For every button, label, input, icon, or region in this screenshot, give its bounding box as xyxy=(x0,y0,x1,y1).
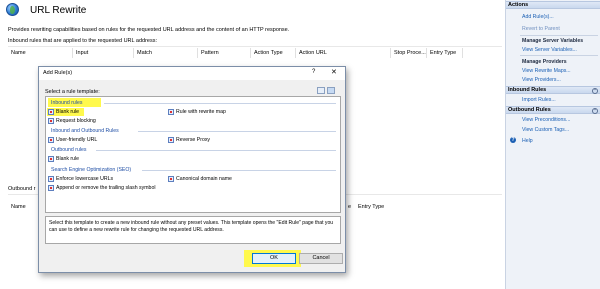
template-canonical-domain-name[interactable]: Canonical domain name xyxy=(168,176,232,182)
collapse-chevron-icon[interactable]: ⌃ xyxy=(592,108,598,114)
help-button[interactable]: ? xyxy=(312,69,315,75)
view-server-variables-link[interactable]: View Server Variables... xyxy=(522,47,577,53)
group-seo: Search Engine Optimization (SEO) xyxy=(51,167,132,173)
column-divider xyxy=(462,48,463,58)
column-header-stop-processing[interactable]: Stop Proce... xyxy=(394,50,426,56)
template-label: Reverse Proxy xyxy=(176,137,211,143)
template-label: Blank rule xyxy=(56,109,80,115)
inbound-rules-label: Inbound rules that are applied to the re… xyxy=(8,38,158,44)
revert-to-parent-link[interactable]: Revert to Parent xyxy=(522,26,560,32)
group-outbound-rules: Outbound rules xyxy=(51,147,87,153)
view-custom-tags-link[interactable]: View Custom Tags... xyxy=(522,127,569,133)
add-rules-link[interactable]: Add Rule(s)... xyxy=(522,14,554,20)
user-friendly-url-icon xyxy=(48,137,54,143)
iis-globe-icon xyxy=(6,3,19,16)
view-preconditions-link[interactable]: View Preconditions... xyxy=(522,117,570,123)
page-title: URL Rewrite xyxy=(30,5,87,16)
template-reverse-proxy[interactable]: Reverse Proxy xyxy=(168,137,210,143)
enforce-lowercase-icon xyxy=(48,176,54,182)
actions-header-label: Actions xyxy=(508,2,529,8)
import-rules-link[interactable]: Import Rules... xyxy=(522,97,556,103)
help-icon[interactable]: ? xyxy=(510,137,516,143)
column-divider xyxy=(295,48,296,58)
group-divider xyxy=(142,170,336,171)
column-header-input[interactable]: Input xyxy=(76,50,88,56)
divider xyxy=(520,55,598,56)
group-divider xyxy=(96,150,336,151)
canonical-domain-icon xyxy=(168,176,174,182)
template-description: Select this template to create a new inb… xyxy=(45,216,341,244)
template-label: Request blocking xyxy=(56,118,96,124)
divider xyxy=(520,35,598,36)
inbound-rules-header-label: Inbound Rules xyxy=(508,87,547,93)
column-header-match[interactable]: Match xyxy=(137,50,152,56)
select-template-label: Select a rule template: xyxy=(45,89,100,95)
details-view-icon[interactable] xyxy=(327,87,335,94)
close-button[interactable]: ✕ xyxy=(331,68,337,76)
template-label: Append or remove the trailing slash symb… xyxy=(56,185,156,191)
list-view-icon[interactable] xyxy=(317,87,325,94)
template-enforce-lowercase-urls[interactable]: Enforce lowercase URLs xyxy=(48,176,113,182)
actions-pane: Actions Add Rule(s)... Revert to Parent … xyxy=(505,0,600,289)
group-divider xyxy=(138,131,336,132)
column-header-name[interactable]: Name xyxy=(11,50,26,56)
column-header-entry-type[interactable]: Entry Type xyxy=(430,50,456,56)
template-label: Blank rule xyxy=(56,156,80,162)
reverse-proxy-icon xyxy=(168,137,174,143)
group-divider xyxy=(104,103,336,104)
rewrite-map-icon xyxy=(168,109,174,115)
outbound-blank-rule-icon xyxy=(48,156,54,162)
template-user-friendly-url[interactable]: User-friendly URL xyxy=(48,137,97,143)
outbound-rules-header: Outbound Rules ⌃ xyxy=(506,106,600,114)
group-inbound-outbound-rules: Inbound and Outbound Rules xyxy=(51,128,119,134)
column-divider xyxy=(197,48,198,58)
template-outbound-blank-rule[interactable]: Blank rule xyxy=(48,156,79,162)
request-blocking-icon xyxy=(48,118,54,124)
column-header-pattern[interactable]: Pattern xyxy=(201,50,219,56)
add-rules-dialog: Add Rule(s) ? ✕ Select a rule template: … xyxy=(38,66,346,273)
dialog-title: Add Rule(s) xyxy=(43,70,73,76)
inbound-rules-header: Inbound Rules ⌃ xyxy=(506,86,600,94)
column-divider xyxy=(426,48,427,58)
column-divider xyxy=(133,48,134,58)
column-divider xyxy=(390,48,391,58)
outbound-column-header-entry-type[interactable]: Entry Type xyxy=(358,204,384,210)
group-inbound-rules: Inbound rules xyxy=(51,100,83,106)
outbound-column-header-partial[interactable]: e xyxy=(348,204,351,210)
template-rule-with-rewrite-map[interactable]: Rule with rewrite map xyxy=(168,109,226,115)
help-link[interactable]: Help xyxy=(522,138,533,144)
view-providers-link[interactable]: View Providers... xyxy=(522,77,561,83)
collapse-chevron-icon[interactable]: ⌃ xyxy=(592,88,598,94)
outbound-rules-header-label: Outbound Rules xyxy=(508,107,551,113)
column-divider xyxy=(250,48,251,58)
ok-button[interactable]: OK xyxy=(252,253,296,264)
outbound-column-header-name[interactable]: Name xyxy=(11,204,26,210)
template-blank-rule[interactable]: Blank rule xyxy=(48,109,79,115)
actions-header: Actions xyxy=(506,1,600,9)
template-label: Enforce lowercase URLs xyxy=(56,176,114,182)
trailing-slash-icon xyxy=(48,185,54,191)
column-header-action-url[interactable]: Action URL xyxy=(299,50,327,56)
cancel-button[interactable]: Cancel xyxy=(299,253,343,264)
column-header-action-type[interactable]: Action Type xyxy=(254,50,283,56)
column-divider xyxy=(72,48,73,58)
template-label: Canonical domain name xyxy=(176,176,232,182)
blank-rule-icon xyxy=(48,109,54,115)
outbound-rules-label: Outbound r xyxy=(8,186,36,192)
manage-server-variables-heading: Manage Server Variables xyxy=(522,38,584,44)
dialog-titlebar[interactable] xyxy=(39,67,345,80)
manage-providers-heading: Manage Providers xyxy=(522,59,567,65)
page-description: Provides rewriting capabilities based on… xyxy=(8,27,290,33)
template-label: Rule with rewrite map xyxy=(176,109,226,115)
view-rewrite-maps-link[interactable]: View Rewrite Maps... xyxy=(522,68,571,74)
template-label: User-friendly URL xyxy=(56,137,98,143)
template-trailing-slash[interactable]: Append or remove the trailing slash symb… xyxy=(48,185,155,191)
template-request-blocking[interactable]: Request blocking xyxy=(48,118,96,124)
rule-template-list[interactable]: Inbound rules Blank rule Rule with rewri… xyxy=(45,96,341,213)
